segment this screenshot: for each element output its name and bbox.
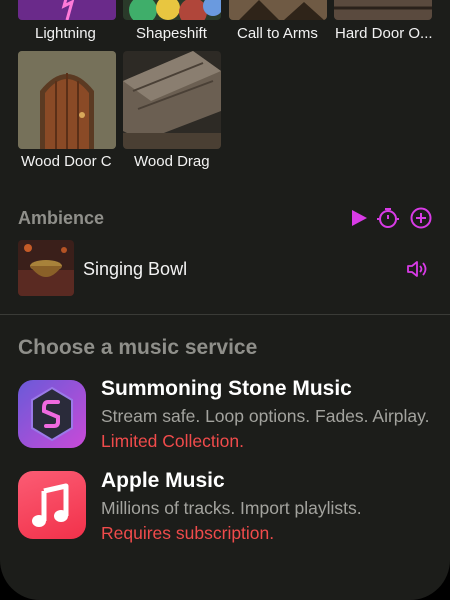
call-to-arms-thumbnail	[229, 0, 327, 20]
section-divider	[0, 314, 450, 315]
service-warning: Requires subscription.	[101, 523, 275, 543]
lightning-thumbnail	[18, 0, 116, 20]
add-circle-icon[interactable]	[410, 207, 432, 229]
summoning-stone-logo	[18, 380, 86, 448]
service-name[interactable]: Summoning Stone Music	[101, 377, 352, 401]
music-service-title: Choose a music service	[18, 336, 258, 359]
shapeshift-thumbnail	[123, 0, 221, 20]
music-note-icon	[32, 483, 69, 527]
effect-label: Lightning	[35, 25, 96, 42]
service-warning: Limited Collection.	[101, 431, 244, 451]
effect-label: Hard Door O...	[335, 25, 433, 42]
service-desc-text: Stream safe. Loop options. Fades. Airpla…	[101, 406, 430, 426]
timer-icon[interactable]	[376, 206, 400, 230]
ambience-item-row[interactable]	[18, 240, 74, 296]
effect-tile-lightning[interactable]	[18, 0, 116, 20]
effect-tile-call-to-arms[interactable]	[229, 0, 327, 20]
effect-label: Shapeshift	[136, 25, 207, 42]
wood-door-thumbnail	[18, 51, 116, 149]
service-description: Stream safe. Loop options. Fades. Airpla…	[101, 404, 431, 454]
effect-tile-wood-door[interactable]	[18, 51, 116, 149]
singing-bowl-label: Singing Bowl	[83, 259, 188, 279]
service-name[interactable]: Apple Music	[101, 469, 225, 493]
apple-music-icon[interactable]	[18, 471, 86, 539]
singing-bowl-thumbnail	[18, 240, 74, 296]
effect-label: Wood Door C	[21, 153, 112, 170]
service-desc-text: Millions of tracks. Import playlists.	[101, 498, 362, 518]
play-icon[interactable]	[350, 209, 368, 227]
hard-door-thumbnail	[334, 0, 432, 20]
effect-label: Wood Drag	[134, 153, 210, 170]
sound-board-sheet: Lightning Shapeshift Call to Arms Hard D…	[0, 0, 450, 600]
effect-tile-wood-drag[interactable]	[123, 51, 221, 149]
ambience-title: Ambience	[18, 208, 105, 228]
speaker-icon[interactable]	[406, 259, 430, 279]
summoning-stone-music-icon[interactable]	[18, 380, 86, 448]
effect-tile-hard-door[interactable]	[334, 0, 432, 20]
effect-label: Call to Arms	[237, 25, 318, 42]
effect-tile-shapeshift[interactable]	[123, 0, 221, 20]
wood-drag-thumbnail	[123, 51, 221, 149]
service-description: Millions of tracks. Import playlists. Re…	[101, 496, 431, 546]
